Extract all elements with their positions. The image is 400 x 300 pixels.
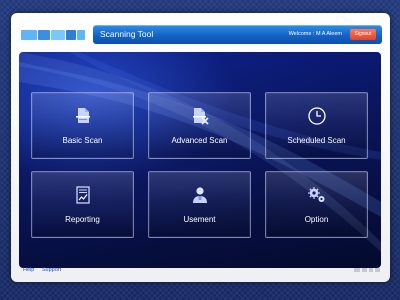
footer-links: Help Support [23,267,67,273]
brand-logo-icon [354,268,380,272]
tile-reporting[interactable]: Reporting [31,171,134,238]
tile-label: Basic Scan [62,136,103,145]
app-logo [21,26,85,40]
help-link[interactable]: Help [23,267,34,273]
app-title: Scanning Tool [100,29,154,39]
welcome-text: Welcome : M A Aleem [288,31,342,37]
support-link[interactable]: Support [42,267,61,273]
gears-icon [307,187,324,202]
user-icon [192,187,207,203]
tile-label: Scheduled Scan [287,136,346,145]
signout-button[interactable]: Signout [350,29,376,40]
tile-option[interactable]: Option [265,171,368,238]
brand-watermark [354,266,380,276]
dashboard-panel: Basic Scan Advanced Scan Scheduled Scan [19,52,381,268]
document-tools-icon [192,108,209,125]
header-bar: Scanning Tool Welcome : M A Aleem Signou… [93,25,382,44]
tile-usement[interactable]: Usement [148,171,251,238]
clock-icon [307,107,326,125]
report-chart-icon [75,186,90,204]
tile-label: Reporting [65,215,100,224]
tile-label: Usement [183,215,216,224]
tile-basic-scan[interactable]: Basic Scan [31,92,134,159]
tile-advanced-scan[interactable]: Advanced Scan [148,92,251,159]
app-window: Scanning Tool Welcome : M A Aleem Signou… [11,13,390,282]
document-scan-icon [75,108,90,123]
tile-scheduled-scan[interactable]: Scheduled Scan [265,92,368,159]
tile-label: Option [304,215,329,224]
tile-label: Advanced Scan [171,136,228,145]
